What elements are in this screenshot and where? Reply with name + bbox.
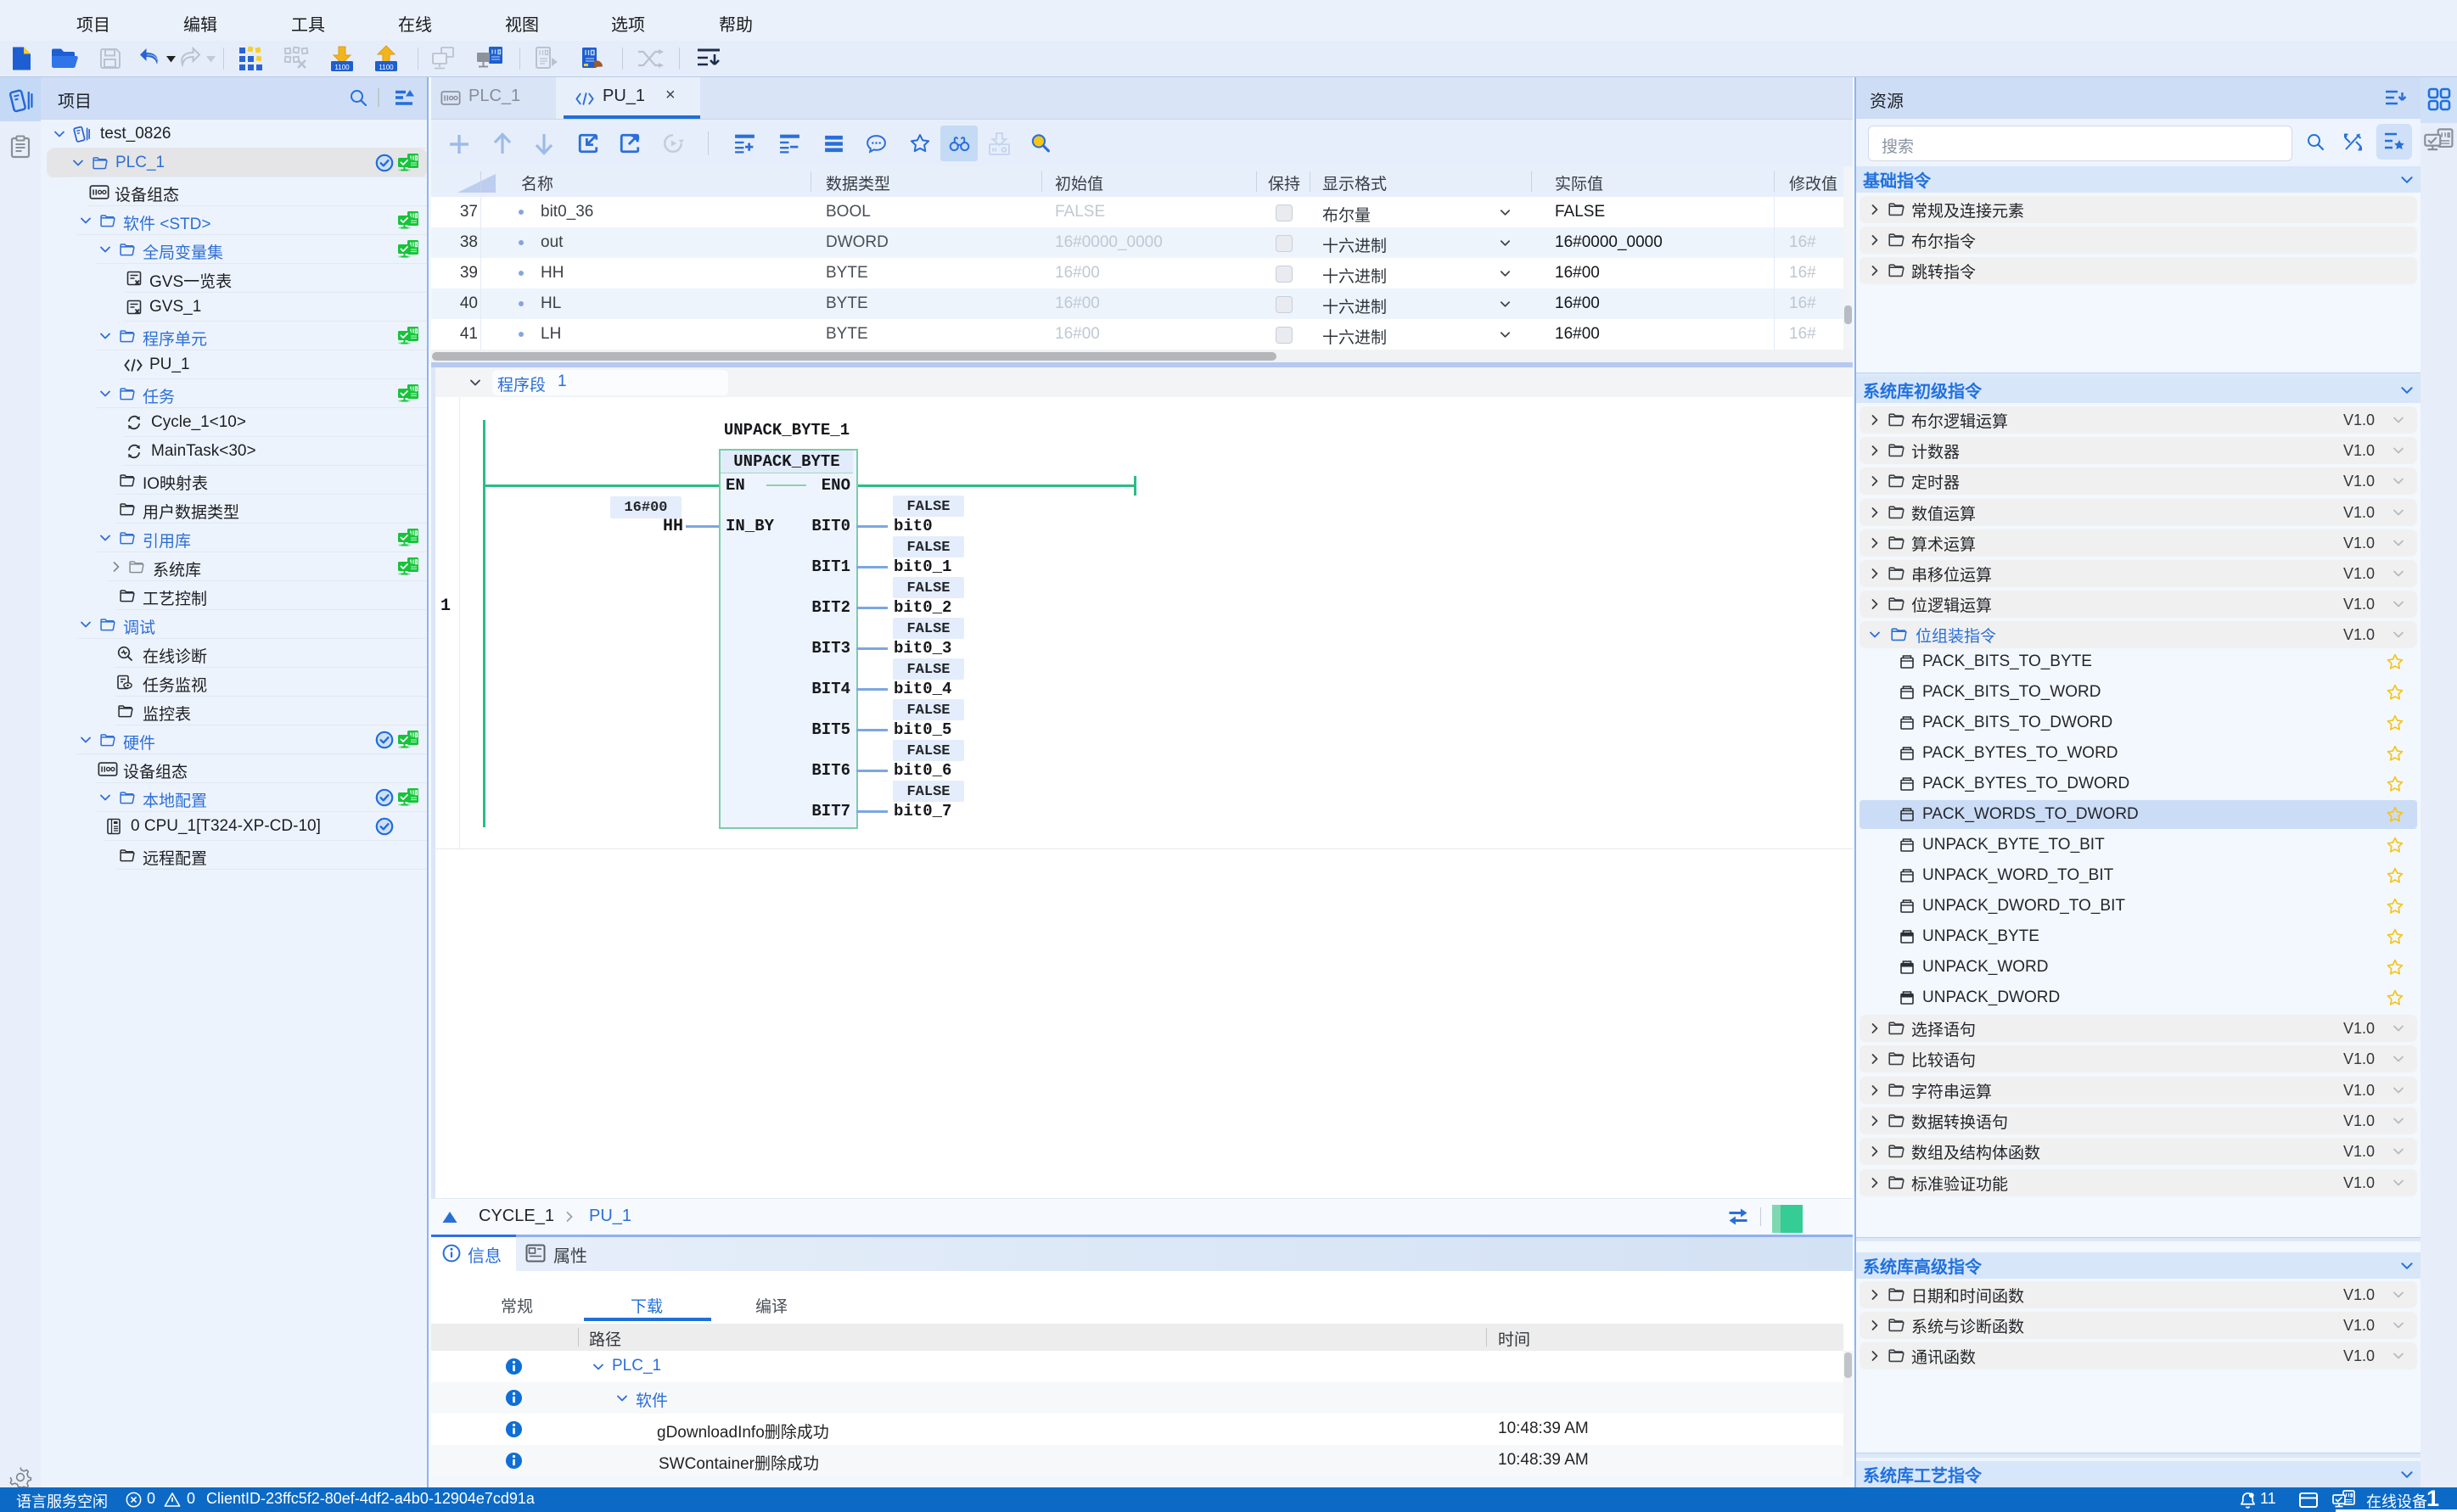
svg-text:1100: 1100 <box>334 64 350 71</box>
svg-text:1100: 1100 <box>379 64 394 71</box>
